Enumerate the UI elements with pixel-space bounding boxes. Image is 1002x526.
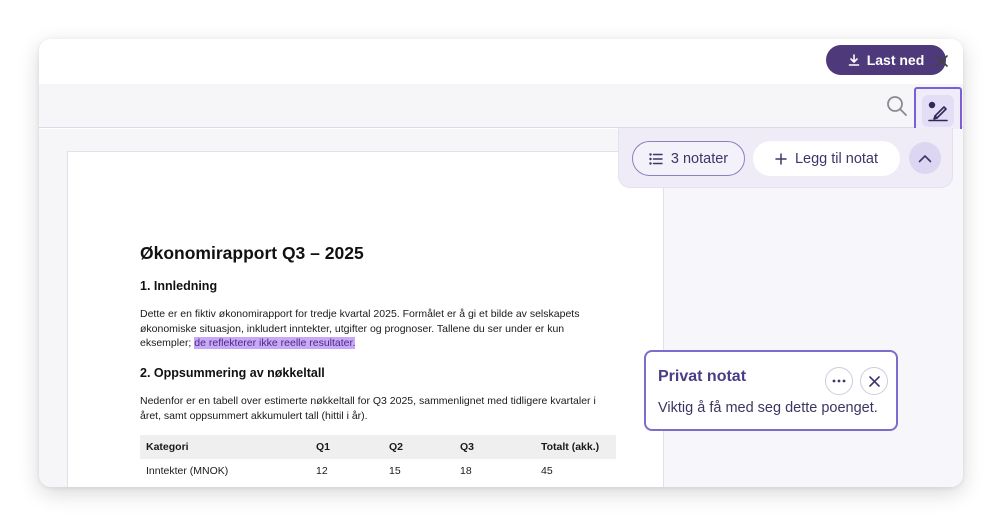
private-note-card[interactable]: Privat notat Viktig å få med seg dette p… — [644, 350, 898, 431]
section-2-heading: 2. Oppsummering av nøkkeltall — [140, 366, 325, 380]
section-1-heading: 1. Innledning — [140, 279, 218, 293]
table-cell: Inntekter (MNOK) — [146, 465, 229, 477]
document-title: Økonomirapport Q3 – 2025 — [140, 243, 364, 263]
notes-count-label: 3 notater — [670, 150, 729, 167]
section-1-paragraph: Dette er en fiktiv økonomirapport for tr… — [140, 307, 610, 351]
annotate-button-inner — [922, 94, 954, 127]
table-header-cell: Kategori — [140, 435, 310, 459]
plus-icon — [775, 152, 787, 165]
highlighted-text[interactable]: de reflekterer ikke reelle resultater. — [194, 337, 356, 349]
add-note-button[interactable]: Legg til notat — [753, 141, 900, 176]
download-icon — [848, 54, 860, 66]
close-icon — [868, 375, 880, 387]
table-header-cell: Q1 — [310, 435, 383, 459]
download-label: Last ned — [866, 52, 925, 68]
table-header-cell: Q2 — [383, 435, 454, 459]
more-horizontal-icon — [832, 379, 846, 383]
annotate-pen-icon — [928, 101, 948, 121]
note-close-button[interactable] — [860, 367, 888, 395]
note-more-button[interactable] — [825, 367, 853, 395]
table-header-cell: Totalt (akk.) — [535, 435, 616, 459]
table-header-cell: Q3 — [454, 435, 535, 459]
download-button[interactable]: Last ned — [826, 45, 946, 75]
annotate-toggle-button[interactable] — [914, 87, 962, 134]
notes-count-button[interactable]: 3 notater — [632, 141, 745, 176]
table-row: Inntekter (MNOK) 12 15 18 45 — [140, 459, 616, 483]
table-header-row: Kategori Q1 Q2 Q3 Totalt (akk.) — [140, 435, 616, 459]
table-cell: 18 — [460, 465, 472, 477]
note-title: Privat notat — [658, 368, 747, 385]
close-icon — [936, 55, 948, 67]
notes-toolbar: 3 notater Legg til notat — [618, 128, 953, 188]
collapse-notes-button[interactable] — [909, 142, 941, 174]
table-cell: 45 — [541, 465, 553, 477]
close-modal-button[interactable] — [932, 51, 952, 71]
search-icon — [887, 96, 907, 116]
chevron-up-icon — [918, 154, 932, 162]
document-page: Økonomirapport Q3 – 2025 1. Innledning D… — [67, 151, 664, 487]
modal-header: Last ned — [39, 39, 963, 84]
section-2-paragraph: Nedenfor er en tabell over estimerte nøk… — [140, 395, 596, 422]
search-button[interactable] — [885, 94, 909, 118]
table-cell: 15 — [389, 465, 401, 477]
key-figures-table: Kategori Q1 Q2 Q3 Totalt (akk.) Inntekte… — [140, 435, 616, 483]
table-cell: 12 — [316, 465, 328, 477]
list-icon — [649, 152, 663, 165]
viewer-toolbar — [39, 84, 963, 134]
note-text: Viktig å få med seg dette poenget. — [658, 400, 878, 416]
add-note-label: Legg til notat — [794, 150, 879, 167]
